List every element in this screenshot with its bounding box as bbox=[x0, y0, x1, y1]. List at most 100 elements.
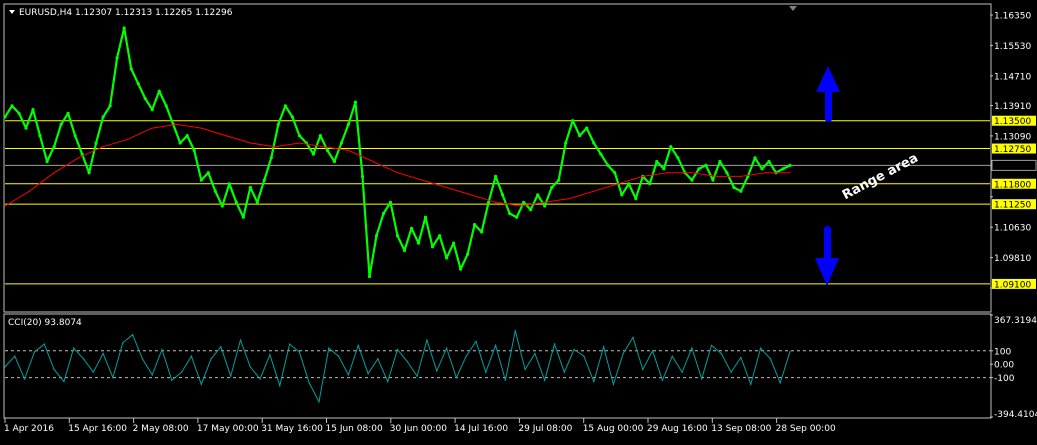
price-point bbox=[402, 248, 407, 253]
price-point bbox=[585, 126, 589, 130]
moving-average-point bbox=[789, 172, 791, 174]
cci-point bbox=[730, 371, 732, 373]
cci-y-axis-tick-label: -394.4104 bbox=[994, 410, 1037, 420]
cci-point bbox=[612, 383, 615, 385]
y-axis-tick-label: 1.13090 bbox=[994, 132, 1031, 142]
y-axis-tick-label: 1.10630 bbox=[994, 224, 1031, 234]
cci-point bbox=[328, 347, 330, 349]
price-point bbox=[283, 104, 287, 108]
cci-y-axis-tick-label: 100 bbox=[994, 347, 1011, 357]
price-point bbox=[276, 122, 280, 126]
price-point bbox=[248, 185, 252, 190]
chart-canvas[interactable]: 1.13500 1.12750 1.11800 1.11250 1.09100 1.163… bbox=[0, 0, 1037, 441]
cci-point bbox=[504, 379, 507, 381]
x-axis-tick-label: 2 May 08:00 bbox=[133, 424, 189, 434]
moving-average-point bbox=[544, 201, 546, 203]
moving-average-point bbox=[446, 186, 448, 189]
cci-point bbox=[210, 358, 212, 360]
price-point bbox=[73, 134, 77, 138]
price-point bbox=[760, 167, 764, 171]
cci-point bbox=[14, 355, 16, 357]
moving-average-point bbox=[470, 194, 472, 196]
cci-y-axis-tick-label: 0.00 bbox=[994, 361, 1014, 371]
cci-point bbox=[102, 352, 104, 355]
cci-point bbox=[759, 347, 762, 349]
x-axis-tick-label: 17 May 00:00 bbox=[197, 424, 259, 434]
moving-average-point bbox=[372, 160, 374, 163]
price-point bbox=[367, 274, 372, 279]
price-point bbox=[592, 141, 596, 145]
cci-point bbox=[740, 356, 742, 359]
cci-point bbox=[377, 358, 379, 360]
y-axis-tick-label: 1.15530 bbox=[994, 42, 1031, 52]
moving-average-point bbox=[396, 172, 399, 174]
moving-average-point bbox=[421, 179, 423, 181]
cci-point bbox=[681, 371, 683, 373]
price-point bbox=[66, 111, 70, 115]
cci-point bbox=[249, 366, 251, 368]
cci-point bbox=[23, 378, 26, 380]
price-point bbox=[564, 141, 568, 145]
price-point bbox=[697, 167, 701, 171]
price-point bbox=[297, 134, 301, 138]
cci-point bbox=[779, 382, 781, 384]
cci-point bbox=[239, 339, 242, 341]
price-point bbox=[430, 245, 435, 249]
price-point bbox=[262, 178, 266, 182]
moving-average-point bbox=[127, 138, 129, 140]
price-point bbox=[718, 159, 722, 164]
moving-average-point bbox=[151, 127, 153, 129]
moving-average-point bbox=[764, 172, 767, 174]
moving-average-point bbox=[691, 172, 693, 174]
moving-average-point bbox=[568, 198, 570, 200]
cci-point bbox=[131, 334, 134, 336]
cci-point bbox=[230, 375, 232, 377]
trading-chart-window[interactable]: 1.13500 1.12750 1.11800 1.11250 1.09100 1.163… bbox=[0, 0, 1037, 441]
moving-average-point bbox=[274, 146, 276, 148]
cci-point bbox=[141, 358, 144, 360]
symbol-info-text: EURUSD,H4 1.12307 1.12313 1.12265 1.1229… bbox=[19, 8, 233, 18]
price-point bbox=[339, 141, 343, 145]
cci-point bbox=[671, 355, 673, 357]
price-point bbox=[536, 193, 540, 197]
price-point bbox=[353, 100, 357, 104]
cci-point bbox=[4, 366, 6, 368]
y-axis-tick-label: 1.09810 bbox=[994, 254, 1031, 264]
price-point bbox=[543, 204, 547, 208]
price-point bbox=[374, 234, 379, 238]
cci-point bbox=[288, 343, 291, 345]
cci-point bbox=[789, 350, 791, 353]
cci-point bbox=[122, 342, 124, 344]
x-axis-tick-label: 1 Apr 2016 bbox=[4, 424, 54, 434]
price-point bbox=[38, 134, 42, 138]
price-point bbox=[87, 171, 91, 175]
cci-y-axis-tick-label: 367.3194 bbox=[994, 316, 1037, 326]
cci-point bbox=[553, 343, 556, 345]
price-point bbox=[108, 104, 112, 108]
y-axis-tick-label: 1.14710 bbox=[994, 72, 1031, 82]
price-point bbox=[129, 67, 133, 71]
cci-point bbox=[769, 358, 772, 360]
price-point bbox=[599, 152, 603, 156]
price-point bbox=[606, 163, 610, 167]
cci-point bbox=[92, 371, 95, 373]
price-point bbox=[522, 200, 526, 204]
price-point bbox=[220, 204, 224, 208]
price-point bbox=[445, 256, 449, 260]
moving-average-point bbox=[298, 142, 300, 144]
price-point bbox=[94, 141, 98, 145]
moving-average-point bbox=[176, 123, 178, 125]
level-price-label: 1.11250 bbox=[994, 201, 1031, 211]
price-point bbox=[150, 108, 154, 112]
cci-point bbox=[475, 340, 477, 343]
price-point bbox=[199, 178, 203, 182]
price-point bbox=[416, 241, 421, 245]
cci-point bbox=[171, 379, 173, 381]
moving-average-point bbox=[666, 172, 668, 174]
moving-average-point bbox=[642, 175, 644, 177]
cci-point bbox=[485, 371, 487, 373]
moving-average-point bbox=[617, 183, 619, 185]
x-axis-tick-label: 29 Aug 16:00 bbox=[647, 424, 708, 434]
x-axis-tick-label: 13 Sep 08:00 bbox=[711, 424, 771, 434]
price-point bbox=[234, 200, 238, 204]
